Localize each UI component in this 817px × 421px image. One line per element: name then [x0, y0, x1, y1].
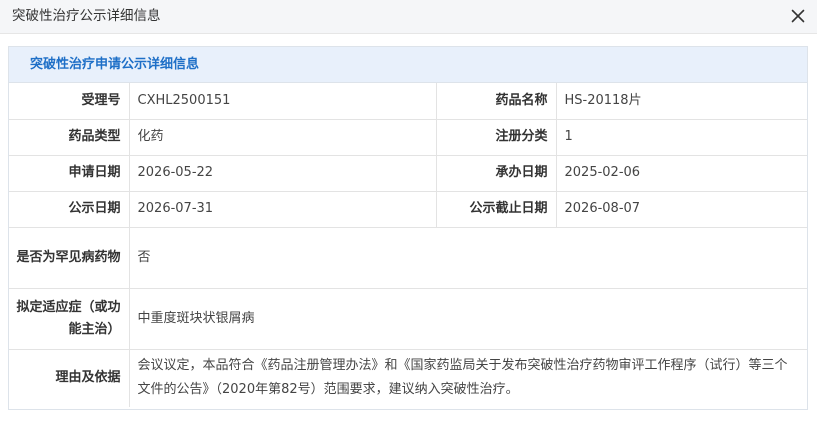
handling-date-label: 承办日期 — [435, 154, 557, 192]
drug-name-value: HS-20118片 — [555, 83, 807, 120]
publicity-deadline-value: 2026-08-07 — [555, 190, 807, 228]
handling-date-value: 2025-02-06 — [555, 154, 807, 192]
table-row: 拟定适应症（或功能主治） 中重度斑块状银屑病 — [9, 287, 807, 350]
registration-category-value: 1 — [555, 118, 807, 156]
drug-type-label: 药品类型 — [9, 118, 130, 156]
table-row: 是否为罕见病药物 否 — [9, 226, 807, 289]
publicity-date-value: 2026-07-31 — [128, 190, 437, 228]
indication-value: 中重度斑块状银屑病 — [128, 287, 807, 350]
application-date-value: 2026-05-22 — [128, 154, 437, 192]
publicity-date-label: 公示日期 — [9, 190, 130, 228]
close-button[interactable] — [787, 5, 809, 27]
table-row: 受理号 CXHL2500151 药品名称 HS-20118片 — [9, 83, 807, 120]
detail-dialog: 突破性治疗公示详细信息 突破性治疗申请公示详细信息 受理号 CXHL250015… — [0, 0, 817, 421]
drug-type-value: 化药 — [128, 118, 437, 156]
reason-value: 会议议定，本品符合《药品注册管理办法》和《国家药监局关于发布突破性治疗药物审评工… — [128, 348, 807, 407]
indication-label: 拟定适应症（或功能主治） — [9, 287, 130, 350]
detail-table: 受理号 CXHL2500151 药品名称 HS-20118片 药品类型 化药 注… — [9, 83, 807, 407]
dialog-title: 突破性治疗公示详细信息 — [12, 8, 161, 24]
publicity-deadline-label: 公示截止日期 — [435, 190, 557, 228]
panel-heading: 突破性治疗申请公示详细信息 — [9, 47, 807, 83]
table-row: 申请日期 2026-05-22 承办日期 2025-02-06 — [9, 154, 807, 192]
close-icon — [791, 9, 805, 23]
drug-name-label: 药品名称 — [435, 83, 557, 120]
table-row: 理由及依据 会议议定，本品符合《药品注册管理办法》和《国家药监局关于发布突破性治… — [9, 348, 807, 407]
application-date-label: 申请日期 — [9, 154, 130, 192]
dialog-header: 突破性治疗公示详细信息 — [0, 0, 817, 34]
reason-label: 理由及依据 — [9, 348, 130, 407]
registration-category-label: 注册分类 — [435, 118, 557, 156]
acceptance-no-label: 受理号 — [9, 83, 130, 120]
table-row: 药品类型 化药 注册分类 1 — [9, 118, 807, 156]
acceptance-no-value: CXHL2500151 — [128, 83, 437, 120]
rare-disease-value: 否 — [128, 226, 807, 289]
rare-disease-label: 是否为罕见病药物 — [9, 226, 130, 289]
table-row: 公示日期 2026-07-31 公示截止日期 2026-08-07 — [9, 190, 807, 228]
detail-panel: 突破性治疗申请公示详细信息 受理号 CXHL2500151 药品名称 HS-20… — [8, 46, 808, 410]
